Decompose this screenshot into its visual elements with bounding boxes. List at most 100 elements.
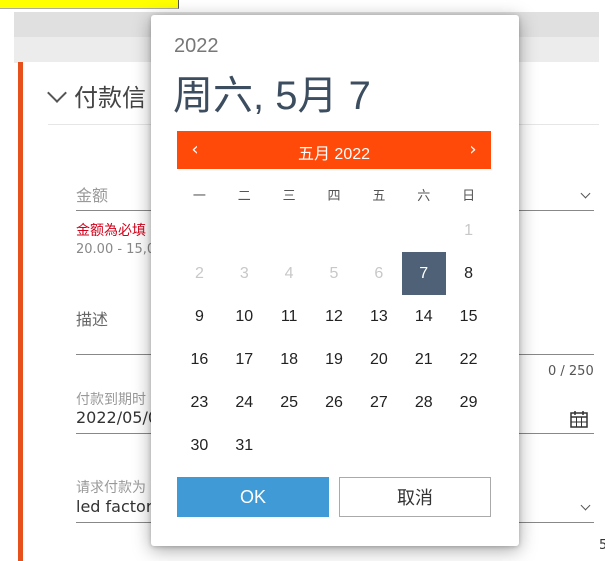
day-cell[interactable]: 16	[177, 338, 222, 381]
weekday-label: 三	[282, 189, 296, 204]
day-cell[interactable]: 27	[356, 381, 401, 424]
month-label: 五月 2022	[297, 146, 371, 163]
amount-hint: 20.00 - 15,0	[76, 242, 156, 257]
day-number: 9	[194, 307, 204, 325]
day-empty	[312, 209, 357, 252]
chevron-right-icon[interactable]: ›	[465, 140, 481, 160]
due-date-label: 付款到期时	[76, 392, 146, 408]
day-cell[interactable]: 12	[312, 295, 357, 338]
day-cell[interactable]: 9	[177, 295, 222, 338]
day-number: 18	[280, 350, 299, 368]
day-number: 22	[459, 350, 478, 368]
description-label: 描述	[76, 310, 109, 329]
day-number: 8	[464, 264, 474, 282]
day-number: 29	[459, 393, 478, 411]
day-number: 14	[414, 307, 433, 325]
day-cell-disabled: 1	[446, 209, 491, 252]
day-empty	[222, 209, 267, 252]
edge-text: 5	[599, 538, 605, 553]
day-number: 19	[325, 350, 343, 368]
weekday-label: 六	[417, 189, 431, 204]
day-cell[interactable]: 23	[177, 381, 222, 424]
day-cell[interactable]: 14	[401, 295, 446, 338]
day-number: 13	[369, 307, 388, 325]
selected-date-heading: 周六, 5月 7	[173, 74, 371, 118]
day-cell[interactable]: 22	[446, 338, 491, 381]
day-cell[interactable]: 17	[222, 338, 267, 381]
section-header[interactable]: 付款信	[47, 78, 146, 113]
day-empty	[401, 209, 446, 252]
day-cell[interactable]: 28	[401, 381, 446, 424]
day-number: 15	[459, 307, 478, 325]
day-number: 28	[414, 393, 433, 411]
day-number: 12	[325, 307, 343, 325]
day-number: 4	[284, 264, 294, 282]
cancel-button[interactable]: 取消	[339, 477, 491, 517]
day-cell-disabled: 5	[312, 252, 357, 295]
day-number: 1	[464, 221, 474, 239]
amount-error: 金额為必填	[76, 223, 146, 239]
day-number: 30	[190, 436, 209, 454]
day-number: 2	[194, 264, 204, 282]
day-number: 17	[235, 350, 254, 368]
section-title: 付款信	[74, 84, 146, 112]
highlight-strip	[0, 0, 179, 9]
day-cell[interactable]: 10	[222, 295, 267, 338]
day-cell[interactable]: 30	[177, 424, 222, 467]
day-cell[interactable]: 13	[356, 295, 401, 338]
day-cell[interactable]: 15	[446, 295, 491, 338]
day-empty	[267, 209, 312, 252]
day-number: 27	[369, 393, 388, 411]
day-number: 3	[239, 264, 249, 282]
day-number: 7	[401, 252, 446, 295]
day-number: 20	[369, 350, 388, 368]
due-date-value[interactable]: 2022/05/0	[76, 408, 158, 427]
day-cell-selected[interactable]: 7	[401, 252, 446, 295]
weekday-label: 二	[237, 189, 251, 204]
day-empty	[177, 209, 222, 252]
calendar-icon[interactable]	[570, 410, 588, 433]
day-number: 24	[235, 393, 254, 411]
day-cell[interactable]: 25	[267, 381, 312, 424]
day-cell[interactable]: 21	[401, 338, 446, 381]
date-picker-dialog: 2022 周六, 5月 7 ‹ 五月 2022 › 一二三四五六日 123456…	[151, 15, 519, 546]
day-cell-disabled: 3	[222, 252, 267, 295]
day-number: 21	[414, 350, 433, 368]
day-empty	[356, 209, 401, 252]
day-number: 26	[325, 393, 343, 411]
amount-label: 金额	[76, 186, 109, 205]
day-number: 25	[280, 393, 299, 411]
requester-label: 请求付款为	[76, 480, 146, 496]
day-cell[interactable]: 19	[312, 338, 357, 381]
day-cell-disabled: 2	[177, 252, 222, 295]
day-cell[interactable]: 26	[312, 381, 357, 424]
day-cell[interactable]: 8	[446, 252, 491, 295]
day-number: 31	[235, 436, 254, 454]
month-navigation: ‹ 五月 2022 ›	[177, 131, 491, 169]
calendar-grid: 1 2 3 4 5 6 7 8 9 10 11 12 13 14 15 16 17 18 19 20 21 22 23 24 2…	[177, 209, 491, 467]
weekday-label: 五	[372, 189, 386, 204]
requester-value[interactable]: led factory	[76, 497, 162, 516]
day-cell[interactable]: 29	[446, 381, 491, 424]
day-cell-disabled: 6	[356, 252, 401, 295]
day-number: 10	[235, 307, 254, 325]
day-cell[interactable]: 24	[222, 381, 267, 424]
weekday-label: 一	[192, 189, 206, 204]
weekday-header: 一二三四五六日	[177, 185, 491, 209]
description-counter: 0 / 250	[548, 364, 594, 379]
weekday-label: 四	[327, 189, 341, 204]
day-cell[interactable]: 11	[267, 295, 312, 338]
day-cell[interactable]: 18	[267, 338, 312, 381]
weekday-label: 日	[462, 189, 476, 204]
day-number: 6	[374, 264, 384, 282]
day-number: 5	[329, 264, 339, 282]
ok-button[interactable]: OK	[177, 477, 329, 517]
chevron-down-icon	[47, 83, 67, 103]
day-number: 11	[280, 307, 298, 325]
day-cell-disabled: 4	[267, 252, 312, 295]
selected-year[interactable]: 2022	[174, 35, 219, 58]
day-number: 23	[190, 393, 209, 411]
day-number: 16	[190, 350, 209, 368]
day-cell[interactable]: 20	[356, 338, 401, 381]
day-cell[interactable]: 31	[222, 424, 267, 467]
